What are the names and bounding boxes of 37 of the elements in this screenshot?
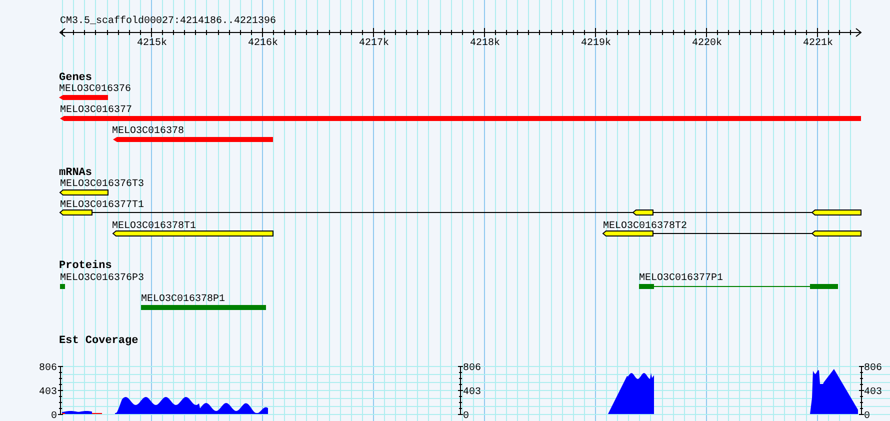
axis-label: 806 <box>864 363 882 374</box>
ruler-tick-label: 4215k <box>136 38 167 49</box>
feature-label: MELO3C016378T1 <box>112 221 196 232</box>
region-title: CM3.5_scaffold00027:4214186..4221396 <box>60 16 276 27</box>
axis-label: 0 <box>463 411 470 421</box>
transcript-drawing <box>59 190 108 196</box>
feature-label: MELO3C016378T2 <box>603 221 688 232</box>
coverage-axis <box>858 366 864 415</box>
feature-label: MELO3C016377T1 <box>60 200 144 211</box>
feature-label: MELO3C016377 <box>60 105 132 116</box>
track-title: mRNAs <box>59 167 92 179</box>
axis-label: 403 <box>38 387 57 398</box>
axis-label: 806 <box>463 363 482 374</box>
ruler-tick-label: 4220k <box>692 38 722 49</box>
coverage-axis <box>58 366 64 415</box>
ruler-tick-label: 4216k <box>248 38 278 49</box>
axis-label: 0 <box>50 411 57 421</box>
feature-label: MELO3C016377P1 <box>639 273 724 284</box>
track-title: Proteins <box>59 260 112 272</box>
gene-bar <box>59 95 108 100</box>
feature-label: MELO3C016378P1 <box>141 294 226 305</box>
ruler-tick-label: 4217k <box>358 38 389 49</box>
track-title: Est Coverage <box>59 335 138 347</box>
axis-label: 806 <box>38 363 57 374</box>
axis-label: 403 <box>864 387 882 398</box>
ruler-tick-label: 4219k <box>580 38 611 49</box>
feature-label: MELO3C016378 <box>112 126 184 137</box>
ruler-tick-label: 4221k <box>802 38 833 49</box>
coverage-axis <box>458 366 464 415</box>
axis-label: 0 <box>864 411 870 421</box>
feature-label: MELO3C016376T3 <box>60 179 144 190</box>
axis-label: 403 <box>463 387 482 398</box>
track-title: Genes <box>59 72 92 84</box>
feature-label: MELO3C016376P3 <box>60 273 144 284</box>
protein-bar <box>60 284 65 289</box>
feature-label: MELO3C016376 <box>59 84 132 95</box>
ruler-tick-label: 4218k <box>470 38 500 49</box>
